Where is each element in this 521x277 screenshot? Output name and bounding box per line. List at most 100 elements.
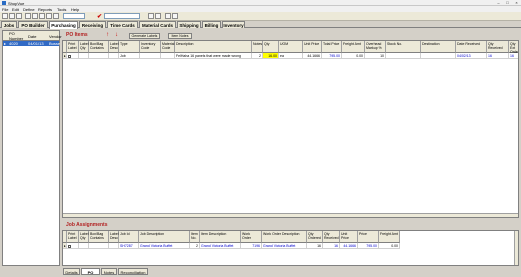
stock-no-cell[interactable] (386, 53, 421, 59)
work-order-cell[interactable]: 7196 (241, 243, 262, 249)
item-no-cell[interactable]: 2 (190, 243, 200, 249)
search-select[interactable] (104, 13, 140, 19)
col-inventory-code[interactable]: Inventory Code (140, 41, 161, 53)
col-label-qty[interactable]: Label Qty (79, 41, 89, 53)
freight-cell[interactable]: 0.00 (379, 243, 400, 249)
col-overhead[interactable]: Overhead Markup % (365, 41, 386, 53)
po-number-header[interactable]: PO Number (9, 31, 23, 41)
uom-cell[interactable]: ea (279, 53, 303, 59)
col-qty[interactable]: Qty (263, 41, 279, 53)
generate-labels-button[interactable]: Generate Labels (129, 33, 160, 39)
job-id-cell[interactable]: SH7287 (119, 243, 139, 249)
tab-shipping[interactable]: Shipping (177, 21, 201, 28)
open-icon[interactable] (9, 13, 15, 19)
col-job-id[interactable]: Job Id (119, 231, 139, 243)
inventory-code-cell[interactable] (140, 53, 161, 59)
unit-price-cell[interactable]: 44.1666 (340, 243, 358, 249)
type-cell[interactable]: Job (119, 53, 140, 59)
description-cell[interactable]: FelHaha 16 panels that were made wrong (175, 53, 252, 59)
col-material-code[interactable]: Material Code (161, 41, 175, 53)
print-label-checkbox[interactable] (67, 53, 79, 59)
material-code-cell[interactable] (161, 53, 175, 59)
notes-cell[interactable]: 2 (252, 53, 263, 59)
col-unit-price[interactable]: Unit Price (340, 231, 358, 243)
preview-icon[interactable] (53, 13, 59, 19)
col-item-no[interactable]: Item No. (190, 231, 200, 243)
col-freight-amt[interactable]: Freight Amt (342, 41, 365, 53)
tab-jobs[interactable]: Jobs (1, 21, 17, 28)
col-work-order[interactable]: Work Order (241, 231, 262, 243)
tab-po-items[interactable]: PO Items (81, 268, 100, 275)
filter-select[interactable] (63, 13, 85, 19)
item-description-cell[interactable]: Grand Victoria Buffet (200, 243, 241, 249)
col-total-price[interactable]: Total Price (322, 41, 342, 53)
destination-cell[interactable] (421, 53, 456, 59)
vendor-header[interactable]: Vendor (49, 34, 62, 39)
col-print-label[interactable]: Print Label (67, 41, 79, 53)
tab-po-builder[interactable]: PO Builder (18, 21, 48, 28)
box-bag-cell[interactable] (89, 243, 109, 249)
col-qty-received[interactable]: Qty Received (323, 231, 340, 243)
calculator-icon[interactable] (148, 13, 154, 19)
col-type[interactable]: Type (119, 41, 140, 53)
date-header[interactable]: Date (28, 34, 36, 39)
qty-received-cell[interactable]: 16 (323, 243, 340, 249)
unit-price-cell[interactable]: 44.1666 (303, 53, 322, 59)
col-stock-no[interactable]: Stock No. (386, 41, 421, 53)
save-icon[interactable] (16, 13, 22, 19)
tab-purchasing[interactable]: Purchasing (49, 21, 78, 29)
tab-notes[interactable]: Notes (101, 268, 117, 275)
col-price[interactable]: Price (358, 231, 379, 243)
col-destination[interactable]: Destination (421, 41, 456, 53)
col-unit-price[interactable]: Unit Price (303, 41, 322, 53)
col-qty-received[interactable]: Qty Received (487, 41, 509, 53)
col-qty-ordered[interactable]: Qty Ordered (307, 231, 323, 243)
tab-billing[interactable]: Billing (202, 21, 221, 28)
freight-cell[interactable]: 0.00 (342, 53, 365, 59)
po-items-hscrollbar[interactable] (63, 213, 518, 217)
col-wo-description[interactable]: Work Order Description (262, 231, 307, 243)
print-label-checkbox[interactable] (67, 243, 79, 249)
col-label-qty[interactable]: Label Qty (79, 231, 89, 243)
box-bag-cell[interactable] (89, 53, 109, 59)
cut-icon[interactable] (25, 13, 31, 19)
col-box-bag[interactable]: Box/Bag Contains (89, 231, 109, 243)
overhead-cell[interactable]: 10 (365, 53, 386, 59)
col-item-description[interactable]: Item Description (200, 231, 241, 243)
new-icon[interactable] (2, 13, 8, 19)
arrow-up-icon[interactable]: ↑ (106, 32, 109, 38)
col-label-desc[interactable]: Label Desc (109, 41, 119, 53)
po-list-row[interactable]: ▸ 4020 04/01/13 Busse (3, 41, 60, 46)
job-assignments-vscrollbar[interactable] (514, 231, 518, 265)
col-date-received[interactable]: Date Received (456, 41, 487, 53)
col-uom[interactable]: UOM (279, 41, 303, 53)
job-description-cell[interactable]: Grand Victoria Buffet (139, 243, 190, 249)
wo-description-cell[interactable]: Grand Victoria Buffet (262, 243, 307, 249)
copy-icon[interactable] (32, 13, 38, 19)
tab-material-cards[interactable]: Material Cards (139, 21, 176, 28)
col-label-desc[interactable]: Label Desc (109, 231, 119, 243)
qty-ordered-cell[interactable]: 16 (307, 243, 323, 249)
qty-ext-cell[interactable]: 16 (509, 53, 518, 59)
paste-icon[interactable] (39, 13, 45, 19)
refresh-icon[interactable] (165, 13, 171, 19)
settings-icon[interactable] (172, 13, 178, 19)
qty-cell[interactable]: 16.00 (263, 53, 279, 59)
date-received-cell[interactable]: 04/02/13 (456, 53, 487, 59)
checkmark-icon[interactable]: ✔ (97, 13, 102, 20)
tab-reconciliation[interactable]: Reconciliation (118, 268, 148, 275)
tab-inventory[interactable]: Inventory (222, 21, 245, 28)
qty-received-cell[interactable]: 16 (487, 53, 509, 59)
print-icon[interactable] (46, 13, 52, 19)
tab-receiving[interactable]: Receiving (79, 21, 106, 28)
col-box-bag[interactable]: Box/Bag Contains (89, 41, 109, 53)
tab-details[interactable]: Details (63, 268, 80, 275)
total-price-cell[interactable]: 795.00 (322, 53, 342, 59)
item-notes-button[interactable]: Item Notes (168, 33, 192, 39)
tab-time-cards[interactable]: Time Cards (107, 21, 138, 28)
label-qty-cell[interactable] (79, 243, 89, 249)
label-desc-cell[interactable] (109, 53, 119, 59)
col-notes[interactable]: Notes (252, 41, 263, 53)
col-description[interactable]: Description (175, 41, 252, 53)
price-cell[interactable]: 795.00 (358, 243, 379, 249)
